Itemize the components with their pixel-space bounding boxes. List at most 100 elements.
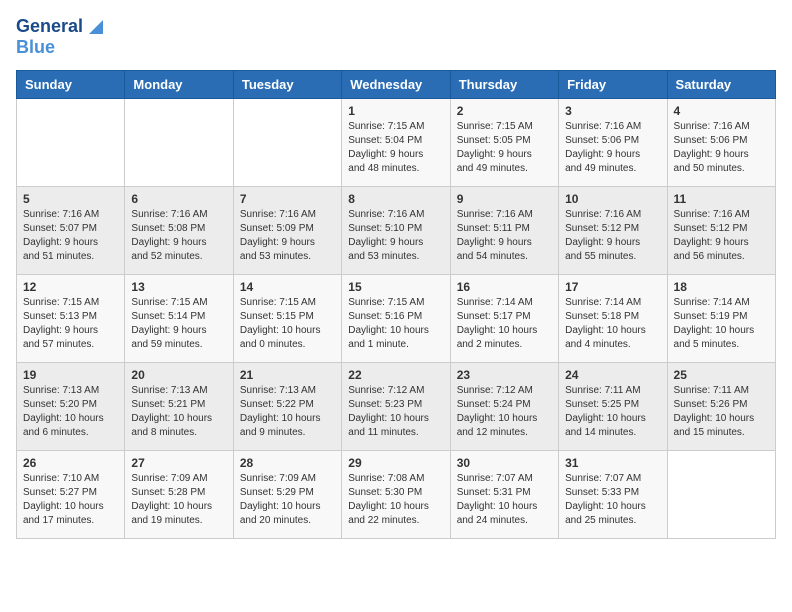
day-number: 17 <box>565 280 660 294</box>
day-info: Sunrise: 7:16 AM Sunset: 5:06 PM Dayligh… <box>565 120 660 176</box>
day-info: Sunrise: 7:11 AM Sunset: 5:26 PM Dayligh… <box>674 384 769 440</box>
day-number: 15 <box>348 280 443 294</box>
logo-triangle-icon <box>85 16 107 38</box>
calendar-cell: 10 Sunrise: 7:16 AM Sunset: 5:12 PM Dayli… <box>559 187 667 275</box>
day-number: 20 <box>131 368 226 382</box>
day-number: 3 <box>565 104 660 118</box>
calendar-cell: 25 Sunrise: 7:11 AM Sunset: 5:26 PM Dayli… <box>667 363 775 451</box>
day-info: Sunrise: 7:07 AM Sunset: 5:33 PM Dayligh… <box>565 472 660 528</box>
calendar-cell: 28 Sunrise: 7:09 AM Sunset: 5:29 PM Dayli… <box>233 451 341 539</box>
day-info: Sunrise: 7:09 AM Sunset: 5:28 PM Dayligh… <box>131 472 226 528</box>
day-info: Sunrise: 7:16 AM Sunset: 5:09 PM Dayligh… <box>240 208 335 264</box>
calendar-cell: 21Sunrise: 7:13 AM Sunset: 5:22 PM Dayli… <box>233 363 341 451</box>
calendar-cell: 16 Sunrise: 7:14 AM Sunset: 5:17 PM Dayli… <box>450 275 558 363</box>
column-header-tuesday: Tuesday <box>233 71 341 99</box>
calendar-cell <box>17 99 125 187</box>
calendar-table: SundayMondayTuesdayWednesdayThursdayFrid… <box>16 70 776 539</box>
calendar-cell: 29Sunrise: 7:08 AM Sunset: 5:30 PM Dayli… <box>342 451 450 539</box>
logo-text-blue: Blue <box>16 37 55 57</box>
column-header-sunday: Sunday <box>17 71 125 99</box>
day-number: 10 <box>565 192 660 206</box>
day-number: 7 <box>240 192 335 206</box>
day-number: 14 <box>240 280 335 294</box>
day-info: Sunrise: 7:10 AM Sunset: 5:27 PM Dayligh… <box>23 472 118 528</box>
day-number: 16 <box>457 280 552 294</box>
day-info: Sunrise: 7:15 AM Sunset: 5:13 PM Dayligh… <box>23 296 118 352</box>
calendar-cell: 26 Sunrise: 7:10 AM Sunset: 5:27 PM Dayli… <box>17 451 125 539</box>
column-header-friday: Friday <box>559 71 667 99</box>
day-number: 31 <box>565 456 660 470</box>
day-info: Sunrise: 7:15 AM Sunset: 5:14 PM Dayligh… <box>131 296 226 352</box>
calendar-cell: 1Sunrise: 7:15 AM Sunset: 5:04 PM Daylig… <box>342 99 450 187</box>
day-number: 4 <box>674 104 769 118</box>
day-number: 22 <box>348 368 443 382</box>
day-number: 23 <box>457 368 552 382</box>
calendar-week-row: 19Sunrise: 7:13 AM Sunset: 5:20 PM Dayli… <box>17 363 776 451</box>
calendar-header-row: SundayMondayTuesdayWednesdayThursdayFrid… <box>17 71 776 99</box>
day-info: Sunrise: 7:16 AM Sunset: 5:07 PM Dayligh… <box>23 208 118 264</box>
calendar-cell: 9 Sunrise: 7:16 AM Sunset: 5:11 PM Daylig… <box>450 187 558 275</box>
calendar-cell: 30Sunrise: 7:07 AM Sunset: 5:31 PM Dayli… <box>450 451 558 539</box>
calendar-cell: 3 Sunrise: 7:16 AM Sunset: 5:06 PM Daylig… <box>559 99 667 187</box>
day-info: Sunrise: 7:12 AM Sunset: 5:23 PM Dayligh… <box>348 384 443 440</box>
day-number: 9 <box>457 192 552 206</box>
day-number: 30 <box>457 456 552 470</box>
calendar-cell: 18Sunrise: 7:14 AM Sunset: 5:19 PM Dayli… <box>667 275 775 363</box>
day-info: Sunrise: 7:16 AM Sunset: 5:06 PM Dayligh… <box>674 120 769 176</box>
calendar-cell: 27 Sunrise: 7:09 AM Sunset: 5:28 PM Dayli… <box>125 451 233 539</box>
day-number: 12 <box>23 280 118 294</box>
calendar-cell: 4 Sunrise: 7:16 AM Sunset: 5:06 PM Daylig… <box>667 99 775 187</box>
day-info: Sunrise: 7:15 AM Sunset: 5:15 PM Dayligh… <box>240 296 335 352</box>
day-info: Sunrise: 7:15 AM Sunset: 5:05 PM Dayligh… <box>457 120 552 176</box>
day-number: 26 <box>23 456 118 470</box>
day-info: Sunrise: 7:09 AM Sunset: 5:29 PM Dayligh… <box>240 472 335 528</box>
day-number: 25 <box>674 368 769 382</box>
day-info: Sunrise: 7:16 AM Sunset: 5:10 PM Dayligh… <box>348 208 443 264</box>
column-header-wednesday: Wednesday <box>342 71 450 99</box>
day-number: 8 <box>348 192 443 206</box>
day-info: Sunrise: 7:16 AM Sunset: 5:12 PM Dayligh… <box>565 208 660 264</box>
column-header-thursday: Thursday <box>450 71 558 99</box>
day-number: 11 <box>674 192 769 206</box>
calendar-cell: 12 Sunrise: 7:15 AM Sunset: 5:13 PM Dayli… <box>17 275 125 363</box>
day-info: Sunrise: 7:15 AM Sunset: 5:04 PM Dayligh… <box>348 120 443 176</box>
day-number: 24 <box>565 368 660 382</box>
day-number: 13 <box>131 280 226 294</box>
day-info: Sunrise: 7:14 AM Sunset: 5:19 PM Dayligh… <box>674 296 769 352</box>
day-info: Sunrise: 7:16 AM Sunset: 5:12 PM Dayligh… <box>674 208 769 264</box>
calendar-cell: 23 Sunrise: 7:12 AM Sunset: 5:24 PM Dayli… <box>450 363 558 451</box>
calendar-cell: 24 Sunrise: 7:11 AM Sunset: 5:25 PM Dayli… <box>559 363 667 451</box>
logo-text-general: General <box>16 17 83 37</box>
day-info: Sunrise: 7:16 AM Sunset: 5:11 PM Dayligh… <box>457 208 552 264</box>
calendar-cell: 5 Sunrise: 7:16 AM Sunset: 5:07 PM Daylig… <box>17 187 125 275</box>
day-info: Sunrise: 7:14 AM Sunset: 5:17 PM Dayligh… <box>457 296 552 352</box>
day-number: 29 <box>348 456 443 470</box>
calendar-cell <box>125 99 233 187</box>
calendar-cell: 7 Sunrise: 7:16 AM Sunset: 5:09 PM Daylig… <box>233 187 341 275</box>
calendar-cell: 14 Sunrise: 7:15 AM Sunset: 5:15 PM Dayli… <box>233 275 341 363</box>
day-number: 2 <box>457 104 552 118</box>
calendar-cell: 13 Sunrise: 7:15 AM Sunset: 5:14 PM Dayli… <box>125 275 233 363</box>
day-number: 27 <box>131 456 226 470</box>
calendar-cell: 6Sunrise: 7:16 AM Sunset: 5:08 PM Daylig… <box>125 187 233 275</box>
day-info: Sunrise: 7:12 AM Sunset: 5:24 PM Dayligh… <box>457 384 552 440</box>
calendar-cell: 20 Sunrise: 7:13 AM Sunset: 5:21 PM Dayli… <box>125 363 233 451</box>
column-header-monday: Monday <box>125 71 233 99</box>
day-info: Sunrise: 7:13 AM Sunset: 5:21 PM Dayligh… <box>131 384 226 440</box>
day-info: Sunrise: 7:13 AM Sunset: 5:20 PM Dayligh… <box>23 384 118 440</box>
day-info: Sunrise: 7:15 AM Sunset: 5:16 PM Dayligh… <box>348 296 443 352</box>
page-header: General Blue <box>16 16 776 58</box>
calendar-cell <box>233 99 341 187</box>
calendar-cell: 2 Sunrise: 7:15 AM Sunset: 5:05 PM Daylig… <box>450 99 558 187</box>
day-info: Sunrise: 7:13 AM Sunset: 5:22 PM Dayligh… <box>240 384 335 440</box>
calendar-cell <box>667 451 775 539</box>
day-number: 5 <box>23 192 118 206</box>
calendar-week-row: 5 Sunrise: 7:16 AM Sunset: 5:07 PM Daylig… <box>17 187 776 275</box>
day-info: Sunrise: 7:11 AM Sunset: 5:25 PM Dayligh… <box>565 384 660 440</box>
logo: General Blue <box>16 16 107 58</box>
calendar-cell: 31 Sunrise: 7:07 AM Sunset: 5:33 PM Dayli… <box>559 451 667 539</box>
calendar-cell: 22 Sunrise: 7:12 AM Sunset: 5:23 PM Dayli… <box>342 363 450 451</box>
calendar-week-row: 12 Sunrise: 7:15 AM Sunset: 5:13 PM Dayli… <box>17 275 776 363</box>
day-number: 28 <box>240 456 335 470</box>
calendar-week-row: 1Sunrise: 7:15 AM Sunset: 5:04 PM Daylig… <box>17 99 776 187</box>
